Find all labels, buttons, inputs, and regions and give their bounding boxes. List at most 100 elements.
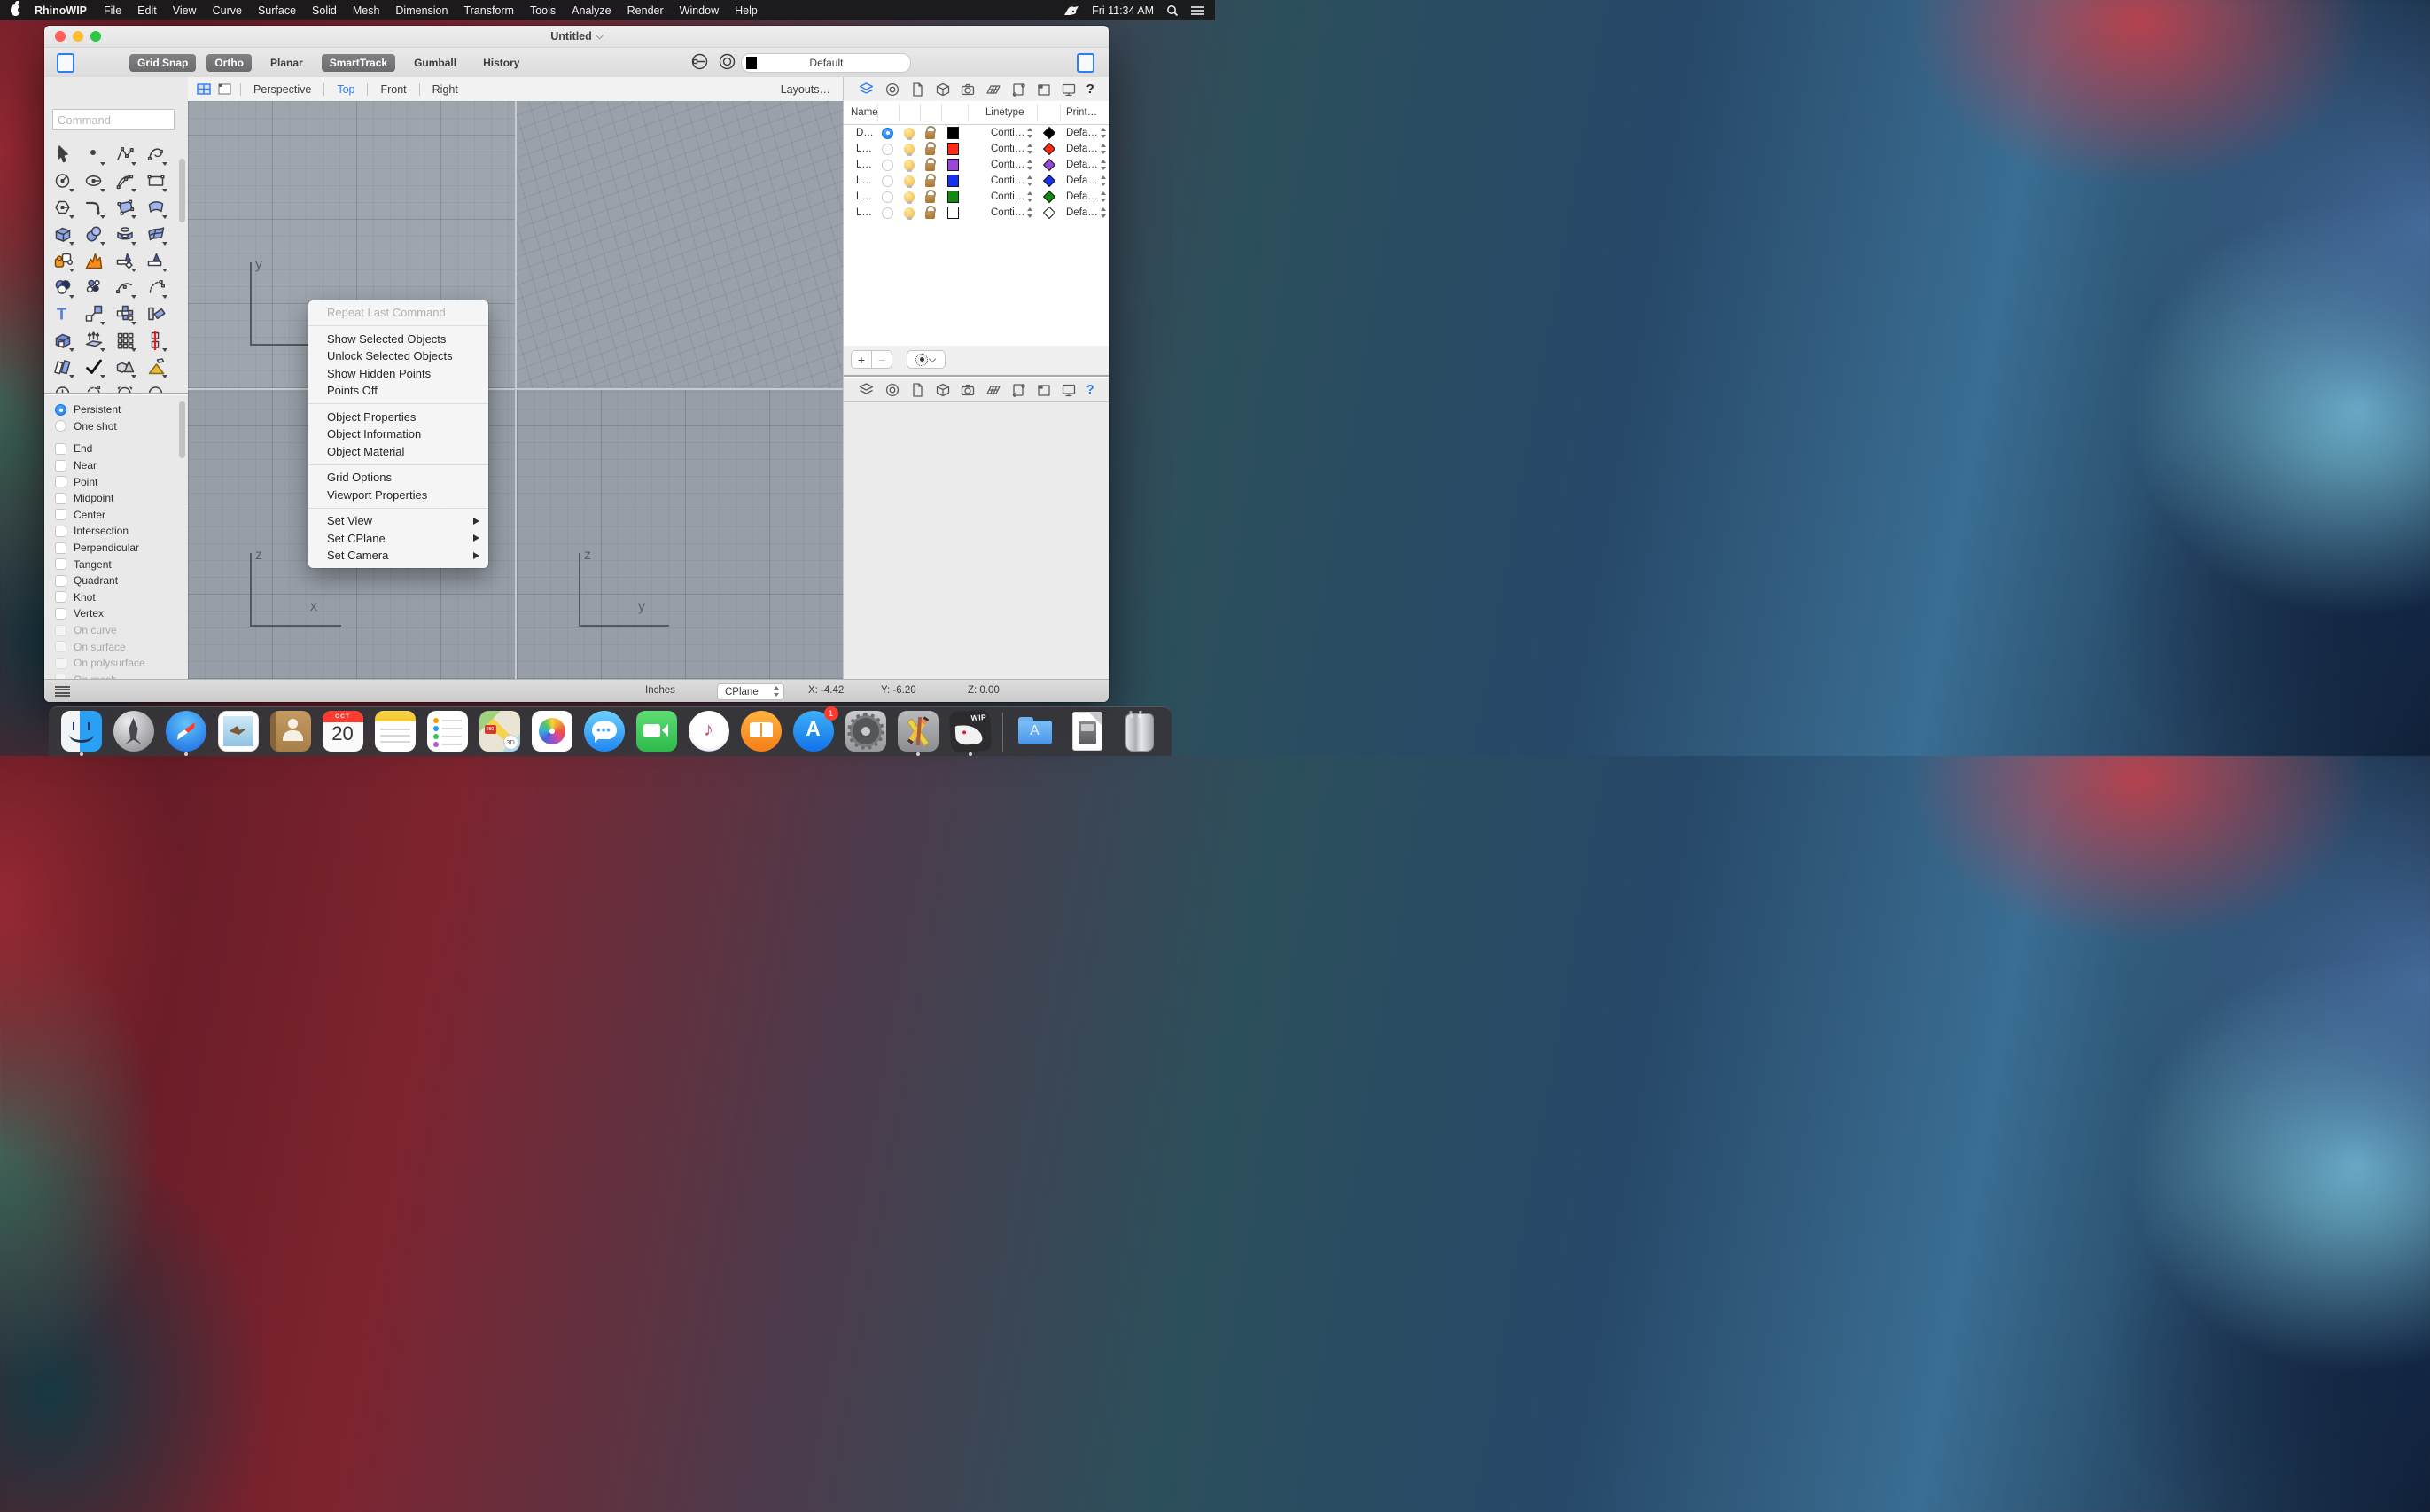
menu-item-viewport-properties[interactable]: Viewport Properties (308, 487, 488, 504)
menu-tools[interactable]: Tools (522, 4, 564, 17)
layer-visibility-bulb-icon[interactable] (904, 175, 915, 188)
materials-panel-icon[interactable] (884, 382, 900, 398)
dock-facetime-icon[interactable] (635, 711, 677, 755)
tool-check-icon[interactable] (81, 354, 107, 380)
linetype-stepper[interactable] (1026, 191, 1032, 202)
menu-analyze[interactable]: Analyze (564, 4, 619, 17)
display-panel-icon[interactable] (1061, 82, 1077, 97)
tool-surface-3pt-icon[interactable] (112, 194, 138, 221)
tool-explode-icon[interactable] (81, 247, 107, 274)
tool-split-edge-icon[interactable] (143, 327, 169, 354)
layer-lock-icon[interactable] (925, 146, 935, 155)
tool-surface-from-curves-icon[interactable] (143, 194, 169, 221)
tool-curve-icon[interactable] (143, 141, 169, 168)
menu-item-object-material[interactable]: Object Material (308, 443, 488, 461)
tool-arc-icon[interactable] (112, 168, 138, 194)
tool-rotate-icon[interactable] (143, 300, 169, 327)
properties-box-panel-icon[interactable] (935, 382, 951, 398)
layer-color-swatch[interactable] (947, 191, 959, 203)
linetype-stepper[interactable] (1026, 160, 1032, 170)
properties-box-panel-icon[interactable] (935, 82, 951, 97)
tab-front[interactable]: Front (377, 83, 409, 96)
tool-scale-icon[interactable] (81, 300, 107, 327)
tool-solid-corner-icon[interactable] (50, 327, 76, 354)
osnap-oneshot-radio[interactable]: One shot (55, 418, 179, 435)
commands-scroll-panel-icon[interactable] (1010, 82, 1026, 97)
tool-array-icon[interactable] (112, 300, 138, 327)
print-stepper[interactable] (1100, 144, 1106, 154)
menu-item-grid-options[interactable]: Grid Options (308, 469, 488, 487)
viewport-horizontal-splitter[interactable] (188, 388, 843, 390)
layer-visibility-bulb-icon[interactable] (904, 160, 915, 172)
tool-circle-center-icon[interactable] (50, 380, 76, 393)
menu-edit[interactable]: Edit (129, 4, 165, 17)
dock-reminders-icon[interactable] (426, 711, 468, 755)
tool-point-cloud-icon[interactable] (81, 274, 107, 300)
osnap-midpoint-checkbox[interactable]: Midpoint (55, 490, 179, 507)
osnap-vertex-checkbox[interactable]: Vertex (55, 605, 179, 622)
layer-color-swatch[interactable] (947, 143, 959, 155)
layer-color-swatch[interactable] (947, 207, 959, 219)
print-color-diamond[interactable] (1042, 126, 1056, 140)
title-chevron-icon[interactable] (595, 30, 604, 40)
tool-text-icon[interactable]: T (50, 300, 76, 327)
gumball-toggle[interactable]: Gumball (406, 54, 464, 72)
osnap-center-checkbox[interactable]: Center (55, 507, 179, 524)
print-stepper[interactable] (1100, 128, 1106, 138)
osnap-persistent-radio[interactable]: Persistent (55, 401, 179, 418)
tab-right[interactable]: Right (429, 83, 462, 96)
dock-notes-icon[interactable] (374, 711, 416, 755)
tool-polygon-icon[interactable] (50, 194, 76, 221)
dock-maps-icon[interactable]: 280 3D (479, 711, 520, 755)
dock-applications-folder-icon[interactable]: A (1015, 711, 1055, 755)
current-layer-radio[interactable] (882, 127, 893, 139)
layer-lock-icon[interactable] (925, 194, 935, 203)
tool-sphere-icon[interactable] (81, 221, 107, 247)
notes-panel-icon[interactable] (909, 382, 925, 398)
current-layer-radio[interactable] (882, 207, 893, 219)
layer-lock-icon[interactable] (925, 178, 935, 187)
apple-menu-icon[interactable] (11, 1, 23, 16)
tool-circle-corners-icon[interactable] (112, 380, 138, 393)
print-color-diamond[interactable] (1042, 190, 1056, 204)
dock-safari-icon[interactable] (165, 711, 206, 756)
print-stepper[interactable] (1100, 207, 1106, 218)
layers-panel-icon[interactable] (858, 382, 875, 398)
osnap-point-checkbox[interactable]: Point (55, 473, 179, 490)
tool-polyline-icon[interactable] (112, 141, 138, 168)
help-panel-icon[interactable]: ? (1086, 82, 1094, 97)
tool-pyramid-move-icon[interactable] (143, 354, 169, 380)
osnap-end-checkbox[interactable]: End (55, 440, 179, 457)
tool-primitives-icon[interactable] (112, 354, 138, 380)
linetype-stepper[interactable] (1026, 207, 1032, 218)
print-stepper[interactable] (1100, 160, 1106, 170)
menu-item-object-properties[interactable]: Object Properties (308, 409, 488, 426)
osnap-tangent-checkbox[interactable]: Tangent (55, 556, 179, 573)
menu-item-set-cplane[interactable]: Set CPlane (308, 530, 488, 548)
help-panel-icon[interactable]: ? (1086, 382, 1094, 397)
linetype-stepper[interactable] (1026, 144, 1032, 154)
frame-panel-icon[interactable] (1036, 82, 1052, 97)
layer-visibility-bulb-icon[interactable] (904, 144, 915, 156)
tool-select-icon[interactable] (50, 141, 76, 168)
tool-torus-icon[interactable] (112, 221, 138, 247)
menu-item-set-camera[interactable]: Set Camera (308, 547, 488, 565)
tool-boolean-icon[interactable] (50, 274, 76, 300)
dock-messages-icon[interactable]: ••• (583, 711, 625, 755)
spotlight-search-icon[interactable] (1166, 4, 1179, 17)
tool-plugins-icon[interactable] (50, 247, 76, 274)
layouts-button[interactable]: Layouts… (781, 83, 830, 96)
print-color-diamond[interactable] (1042, 158, 1056, 172)
grid-snap-toggle[interactable]: Grid Snap (129, 53, 197, 72)
tool-extend-curve-icon[interactable] (143, 274, 169, 300)
commands-scroll-panel-icon[interactable] (1010, 382, 1026, 398)
smarttrack-toggle[interactable]: SmartTrack (321, 53, 396, 72)
dock-itunes-icon[interactable]: ♪ (688, 711, 729, 755)
tool-circle-icon[interactable] (50, 168, 76, 194)
dock-contacts-icon[interactable] (269, 711, 311, 755)
current-layer-radio[interactable] (882, 159, 893, 171)
linetype-stepper[interactable] (1026, 175, 1032, 186)
planar-toggle[interactable]: Planar (262, 54, 311, 72)
tool-point-icon[interactable] (81, 141, 107, 168)
osnap-onsurface-checkbox[interactable]: On surface (55, 638, 179, 655)
